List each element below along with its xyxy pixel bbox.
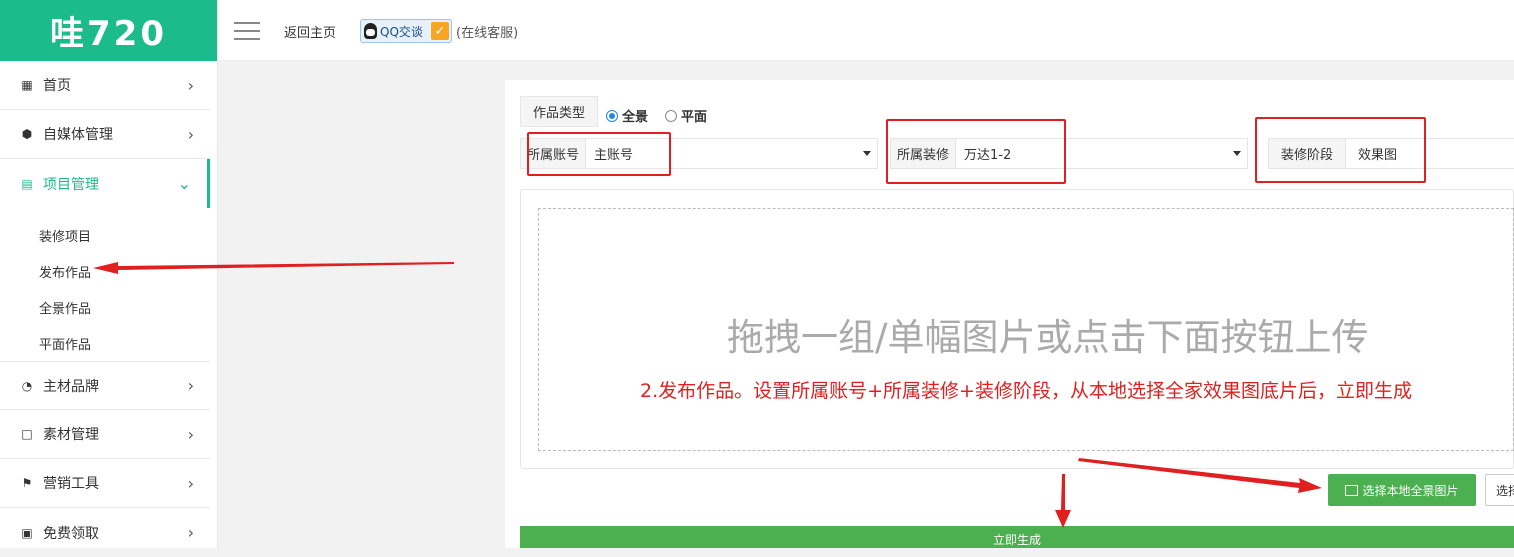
sidebar-item-marketing[interactable]: ⚑ 营销工具 ›	[0, 459, 210, 508]
qq-chat-button[interactable]: QQ交谈 ✓	[360, 19, 452, 43]
qq-penguin-icon	[364, 23, 377, 39]
button-label: 立即生成	[992, 533, 1041, 547]
annotation-box-stage	[1255, 117, 1426, 183]
sidebar-item-label: 首页	[43, 78, 71, 94]
sidebar-item-label: 自媒体管理	[43, 127, 113, 143]
annotation-box-decoration	[886, 119, 1066, 184]
bar-chart-icon: ▤	[21, 176, 33, 191]
logo: 哇720	[0, 0, 217, 61]
dropzone-hint: 拖拽一组/单幅图片或点击下面按钮上传	[727, 316, 1369, 359]
sidebar-item-label: 营销工具	[43, 476, 99, 492]
caret-down-icon	[863, 151, 871, 156]
generate-button[interactable]: 立即生成	[520, 526, 1514, 548]
chevron-right-icon: ›	[187, 424, 194, 444]
radio-plane[interactable]: 平面	[665, 106, 707, 125]
radio-unchecked-icon	[665, 109, 677, 122]
chevron-right-icon: ›	[187, 75, 194, 95]
sidebar-item-materials[interactable]: □ 素材管理 ›	[0, 410, 210, 459]
annotation-note: 2.发布作品。设置所属账号+所属装修+装修阶段，从本地选择全家效果图底片后，立即…	[640, 380, 1412, 402]
work-type-label: 作品类型	[520, 96, 598, 127]
select-local-panorama-button[interactable]: 选择本地全景图片	[1328, 474, 1476, 506]
annotation-box-account	[527, 132, 671, 176]
subitem-panorama-works[interactable]: 全景作品	[39, 298, 91, 317]
qq-chat-label: QQ交谈	[380, 24, 423, 39]
grid-icon: ▦	[21, 78, 33, 92]
sidebar-item-projects[interactable]: ▤ 项目管理 ⌄	[0, 159, 210, 208]
sidebar-item-brands[interactable]: ◔ 主材品牌 ›	[0, 361, 210, 410]
cube-icon: ⬢	[21, 127, 33, 141]
check-icon: ✓	[431, 22, 449, 40]
sidebar-item-media[interactable]: ⬢ 自媒体管理 ›	[0, 110, 210, 159]
cart-icon: ▣	[21, 525, 33, 540]
chevron-right-icon: ›	[187, 473, 194, 493]
image-icon	[1345, 484, 1359, 496]
chevron-right-icon: ›	[187, 124, 194, 144]
file-icon: □	[21, 427, 33, 441]
menu-icon[interactable]	[234, 22, 260, 46]
caret-down-icon	[1233, 151, 1241, 156]
sidebar-item-label: 主材品牌	[43, 378, 99, 395]
sidebar-item-label: 免费领取	[43, 525, 99, 542]
button-label: 选择本地全景图片	[1362, 483, 1459, 498]
radio-label: 平面	[681, 110, 708, 125]
sidebar-item-free[interactable]: ▣ 免费领取 ›	[0, 508, 210, 557]
radio-checked-icon	[606, 109, 618, 122]
select-button[interactable]: 选择	[1485, 474, 1514, 506]
subitem-plane-works[interactable]: 平面作品	[39, 334, 91, 353]
flag-icon: ⚑	[21, 476, 33, 490]
chevron-right-icon: ›	[187, 523, 194, 542]
online-service-label: (在线客服)	[456, 26, 519, 41]
topbar: 返回主页 QQ交谈 ✓ (在线客服)	[219, 0, 1514, 61]
radio-label: 全景	[622, 110, 649, 125]
subitem-publish-works[interactable]: 发布作品	[39, 262, 91, 281]
subitem-decoration-projects[interactable]: 装修项目	[39, 226, 91, 245]
radio-panorama[interactable]: 全景	[606, 106, 648, 125]
sidebar-item-home[interactable]: ▦ 首页 ›	[0, 61, 210, 110]
pie-chart-icon: ◔	[21, 378, 33, 393]
button-label: 选择	[1496, 483, 1514, 498]
chevron-down-icon: ⌄	[177, 174, 191, 193]
home-link[interactable]: 返回主页	[284, 22, 336, 41]
sidebar-item-label: 素材管理	[43, 427, 99, 443]
sidebar-item-label: 项目管理	[43, 176, 99, 193]
chevron-right-icon: ›	[187, 376, 194, 395]
